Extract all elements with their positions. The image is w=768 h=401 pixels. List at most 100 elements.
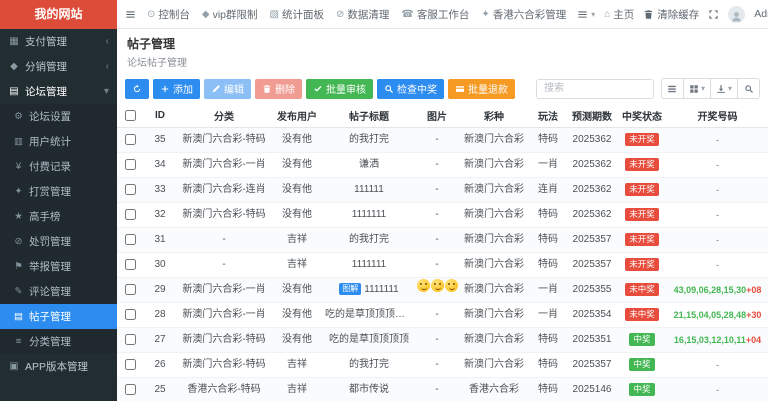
topnav-item-stats-panel[interactable]: ▧ 统计面板 [270, 7, 324, 22]
view-toggle-button[interactable]: ▾ [683, 78, 711, 99]
row-checkbox[interactable] [125, 209, 136, 220]
sidebar-subitem-ban[interactable]: ⊘ 处罚管理 [0, 229, 117, 254]
cell-numbers: 43,09,06,28,15,30+08 [667, 278, 768, 303]
emoji-face-icon [445, 279, 458, 292]
add-button[interactable]: 添加 [153, 79, 200, 99]
row-checkbox[interactable] [125, 259, 136, 270]
user-menu[interactable]: Admin ▾ [754, 8, 768, 20]
refresh-button[interactable] [125, 79, 149, 99]
cell-images: - [415, 178, 459, 203]
sidebar-subitem-trophy[interactable]: ★ 高手榜 [0, 204, 117, 229]
search-input[interactable] [536, 79, 654, 99]
cell-period: 2025362 [567, 153, 617, 178]
sidebar-subitem-gear[interactable]: ⚙ 论坛设置 [0, 104, 117, 129]
fullscreen-button[interactable] [708, 9, 719, 20]
row-checkbox[interactable] [125, 309, 136, 320]
status-badge: 未开奖 [625, 208, 659, 221]
cell-images: - [415, 303, 459, 328]
cell-period: 2025362 [567, 203, 617, 228]
images-dash: - [435, 259, 438, 270]
table-row[interactable]: 31 - 吉祥 的我打完 - 新澳门六合彩 特码 2025357 未开奖 - [117, 228, 768, 253]
row-checkbox[interactable] [125, 159, 136, 170]
cell-category: - [177, 253, 271, 278]
sidebar-subitem-flag[interactable]: ⚑ 举报管理 [0, 254, 117, 279]
sidebar-toggle-icon[interactable] [125, 9, 136, 20]
sidebar-subitem-category[interactable]: ≡ 分类管理 [0, 329, 117, 354]
table-row[interactable]: 35 新澳门六合彩-特码 没有他 的我打完 - 新澳门六合彩 特码 202536… [117, 128, 768, 153]
table-row[interactable]: 30 - 吉祥 1111111 - 新澳门六合彩 特码 2025357 未开奖 … [117, 253, 768, 278]
list-icon [577, 9, 588, 20]
cell-play: 特码 [529, 253, 567, 278]
app-window: 我的网站 ▦ 支付管理 ‹ ◆ 分销管理 ‹ ▤ 论坛管理 ▾ ⚙ 论坛设置 ▥… [0, 0, 768, 401]
avatar[interactable] [728, 6, 745, 23]
cell-id: 30 [143, 253, 177, 278]
sidebar-item-distribution[interactable]: ◆ 分销管理 ‹ [0, 54, 117, 79]
sidebar-subitem-label: 高手榜 [29, 209, 61, 224]
cell-category: - [177, 228, 271, 253]
sidebar-item-app-version[interactable]: ▣ APP版本管理 [0, 354, 117, 379]
delete-button[interactable]: 删除 [255, 79, 302, 99]
table-row[interactable]: 25 香港六合彩-特码 吉祥 都市传说 - 香港六合彩 特码 2025146 中… [117, 378, 768, 401]
check-win-button[interactable]: 检查中奖 [377, 79, 444, 99]
vip-limit-icon: ◆ [202, 9, 210, 20]
topnav-item-dashboard[interactable]: ⊙ 控制台 [147, 7, 190, 22]
cell-lottery: 新澳门六合彩 [459, 303, 529, 328]
cell-id: 35 [143, 128, 177, 153]
search-button[interactable] [737, 78, 760, 99]
topnav-item-support-desk[interactable]: ☎ 客服工作台 [401, 7, 469, 22]
sidebar-subitem-reward[interactable]: ✦ 打赏管理 [0, 179, 117, 204]
forum-submenu: ⚙ 论坛设置 ▥ 用户统计 ¥ 付费记录 ✦ 打赏管理 ★ 高手榜 ⊘ 处罚管理… [0, 104, 117, 354]
col-images: 图片 [415, 104, 459, 128]
check-icon [313, 84, 323, 94]
table-row[interactable]: 29 新澳门六合彩-一肖 没有他 图解1111111 新澳门六合彩 一肖 202… [117, 278, 768, 303]
cell-period: 2025146 [567, 378, 617, 401]
sidebar-subitem-posts[interactable]: ▤ 帖子管理 [0, 304, 117, 329]
page-title: 帖子管理 [127, 35, 758, 52]
sidebar-item-payment[interactable]: ▦ 支付管理 ‹ [0, 29, 117, 54]
forum-menu-icon: ▤ [8, 86, 20, 97]
row-checkbox[interactable] [125, 334, 136, 345]
batch-review-button[interactable]: 批量审核 [306, 79, 373, 99]
cell-numbers: - [667, 378, 768, 401]
table-row[interactable]: 27 新澳门六合彩-特码 没有他 吃的是草顶顶顶顶 - 新澳门六合彩 特码 20… [117, 328, 768, 353]
edit-button[interactable]: 编辑 [204, 79, 251, 99]
grid-icon [689, 84, 699, 94]
batch-refund-button[interactable]: 批量退款 [448, 79, 515, 99]
cell-title: 的我打完 [323, 128, 415, 153]
cell-images: - [415, 203, 459, 228]
cell-lottery: 新澳门六合彩 [459, 328, 529, 353]
export-button[interactable]: ▾ [710, 78, 738, 99]
row-checkbox[interactable] [125, 184, 136, 195]
table-row[interactable]: 26 新澳门六合彩-特码 吉祥 的我打完 - 新澳门六合彩 特码 2025357… [117, 353, 768, 378]
cell-play: 特码 [529, 328, 567, 353]
select-all-checkbox[interactable] [125, 110, 136, 121]
sidebar-subitem-comment[interactable]: ✎ 评论管理 [0, 279, 117, 304]
row-checkbox[interactable] [125, 234, 136, 245]
row-checkbox[interactable] [125, 284, 136, 295]
cell-images: - [415, 253, 459, 278]
table-row[interactable]: 28 新澳门六合彩-一肖 没有他 吃的是草顶顶顶顶4入 - 新澳门六合彩 一肖 … [117, 303, 768, 328]
topnav-item-data-clean[interactable]: ⊘ 数据清理 [336, 7, 389, 22]
columns-button[interactable] [661, 78, 684, 99]
cell-period: 2025362 [567, 128, 617, 153]
topnav-item-hk-lottery[interactable]: ✦ 香港六合彩管理 [481, 7, 566, 22]
sidebar-subitem-user-stats[interactable]: ▥ 用户统计 [0, 129, 117, 154]
cell-category: 新澳门六合彩-连肖 [177, 178, 271, 203]
topnav-item-vip-limit[interactable]: ◆ vip群限制 [202, 7, 258, 22]
sidebar-item-label: APP版本管理 [25, 359, 88, 374]
row-checkbox[interactable] [125, 134, 136, 145]
cell-period: 2025357 [567, 253, 617, 278]
col-title: 帖子标题 [323, 104, 415, 128]
menus-dropdown[interactable]: ▾ [577, 9, 595, 20]
home-link[interactable]: ⌂ 主页 [604, 7, 634, 22]
toolbar: 添加 编辑 删除 批量审核 检查中奖 [117, 73, 768, 104]
sidebar-item-forum[interactable]: ▤ 论坛管理 ▾ [0, 79, 117, 104]
table-row[interactable]: 34 新澳门六合彩-一肖 没有他 谦洒 - 新澳门六合彩 一肖 2025362 … [117, 153, 768, 178]
table-row[interactable]: 33 新澳门六合彩-连肖 没有他 111111 - 新澳门六合彩 连肖 2025… [117, 178, 768, 203]
sidebar-subitem-payment-record[interactable]: ¥ 付费记录 [0, 154, 117, 179]
row-checkbox[interactable] [125, 384, 136, 395]
clear-cache-link[interactable]: 清除缓存 [643, 7, 699, 22]
rows-icon [667, 84, 677, 94]
table-row[interactable]: 32 新澳门六合彩-特码 没有他 1111111 - 新澳门六合彩 特码 202… [117, 203, 768, 228]
row-checkbox[interactable] [125, 359, 136, 370]
